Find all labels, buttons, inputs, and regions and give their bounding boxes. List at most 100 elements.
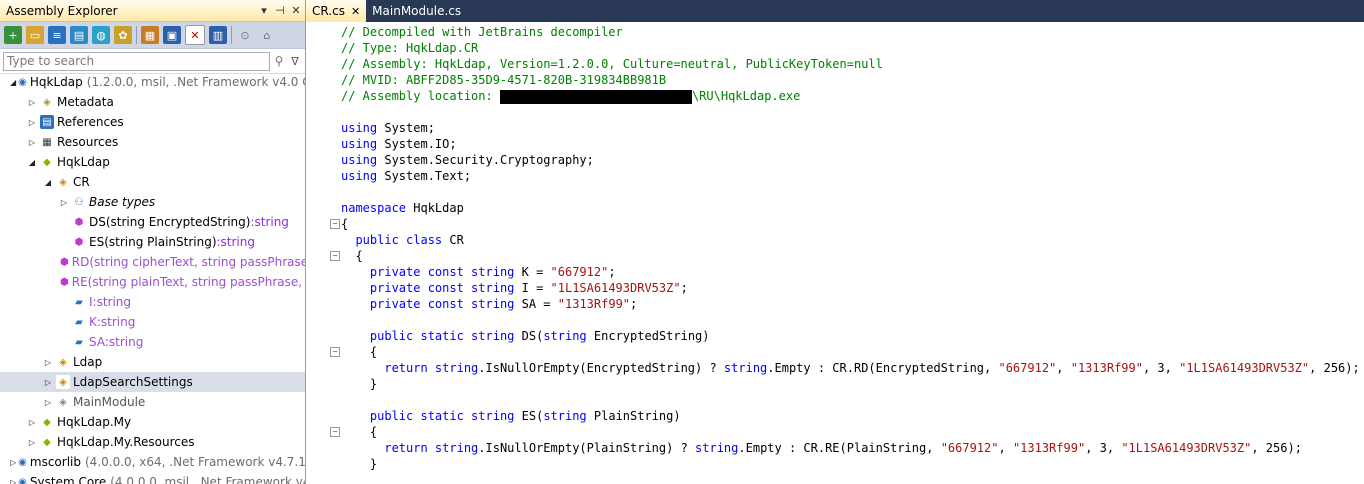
clear-icon[interactable]: ▥	[209, 26, 227, 44]
tree-item[interactable]: ⬢ ES(string PlainString):string	[0, 232, 305, 252]
debug-icon[interactable]: ⌂	[258, 26, 276, 44]
fold-toggle-icon[interactable]: −	[330, 347, 340, 357]
gac-icon[interactable]: ▤	[70, 26, 88, 44]
expand-arrow-icon[interactable]: ▷	[26, 418, 38, 427]
private-method-icon: ⬢	[60, 255, 69, 269]
expand-arrow-icon[interactable]: ▷	[26, 138, 38, 147]
tree-item-label: RD(string cipherText, string passPhrase,…	[71, 255, 306, 269]
assembly-icon: ◉	[18, 455, 27, 469]
tree-item[interactable]: ▰ SA:string	[0, 332, 305, 352]
tree-item[interactable]: ▰ K:string	[0, 312, 305, 332]
code-text: ,	[1056, 361, 1071, 375]
code-line: // Decompiled with JetBrains decompiler	[306, 24, 1364, 40]
expand-arrow-icon[interactable]: ▷	[26, 438, 38, 447]
search-icon[interactable]: ⚲	[270, 54, 288, 68]
editor-tab[interactable]: MainModule.cs	[366, 0, 467, 22]
tree-item[interactable]: ▷ ◈ MainModule	[0, 392, 305, 412]
code-text: I =	[514, 281, 551, 295]
load-list-icon[interactable]: ≡	[48, 26, 66, 44]
tree-item[interactable]: ◢ ◆ HqkLdap	[0, 152, 305, 172]
code-keyword: string	[543, 409, 587, 423]
code-keyword: return string	[384, 361, 479, 375]
assembly-info: (4.0.0.0, x64, .Net Framework v4.7.1)	[85, 455, 306, 469]
expand-arrow-icon[interactable]: ▷	[42, 358, 54, 367]
collapse-arrow-icon[interactable]: ◢	[42, 178, 54, 187]
expand-arrow-icon[interactable]: ▷	[42, 378, 54, 387]
tree-item[interactable]: ◢ ◉ HqkLdap (1.2.0.0, msil, .Net Framework …	[0, 72, 305, 92]
base-types-icon: ⚇	[72, 195, 86, 209]
tree-item-label: References	[57, 115, 124, 129]
save-icon[interactable]: ▣	[163, 26, 181, 44]
code-comment: // Assembly location:	[341, 89, 500, 103]
close-tab-icon[interactable]: ✕	[351, 5, 360, 18]
code-text: , 256);	[1251, 441, 1302, 455]
remove-icon[interactable]: ✕	[185, 25, 205, 45]
expand-arrow-icon[interactable]: ▷	[58, 198, 70, 207]
code-keyword: return string	[384, 441, 479, 455]
fold-toggle-icon[interactable]: −	[330, 219, 340, 229]
lock-icon[interactable]: ⊙	[236, 26, 254, 44]
code-text: HqkLdap	[406, 201, 464, 215]
expand-arrow-icon[interactable]: ▷	[26, 98, 38, 107]
code-line: using System.Security.Cryptography;	[306, 152, 1364, 168]
expand-arrow-icon[interactable]: ▷	[10, 478, 16, 484]
code-keyword: private const string	[369, 265, 515, 279]
code-line: return string.IsNullOrEmpty(PlainString)…	[306, 440, 1364, 456]
code-line: // MVID: ABFF2D85-35D9-4571-820B-319834B…	[306, 72, 1364, 88]
tree-item[interactable]: ▷ ◈ LdapSearchSettings	[0, 372, 305, 392]
assembly-info: (4.0.0.0, msil, .Net Framework v4.7.1)	[110, 475, 305, 484]
tree-item[interactable]: ⬢ RD(string cipherText, string passPhrase…	[0, 252, 305, 272]
code-line: private const string SA = "1313Rf99";	[306, 296, 1364, 312]
code-line: − {	[306, 424, 1364, 440]
code-text: System.Text;	[377, 169, 472, 183]
assembly-tree: ◢ ◉ HqkLdap (1.2.0.0, msil, .Net Framework …	[0, 72, 305, 484]
fold-toggle-icon[interactable]: −	[330, 251, 340, 261]
tree-item-label: Ldap	[73, 355, 103, 369]
expand-arrow-icon[interactable]: ▷	[26, 118, 38, 127]
tree-item-label: I:string	[89, 295, 132, 309]
private-field-icon: ▰	[72, 335, 86, 349]
collapse-arrow-icon[interactable]: ◢	[26, 158, 38, 167]
private-method-icon: ⬢	[60, 275, 69, 289]
settings-icon[interactable]: ✿	[114, 26, 132, 44]
code-keyword: string	[695, 441, 739, 455]
tree-item[interactable]: ▷ ◉ System.Core (4.0.0.0, msil, .Net Framew…	[0, 472, 305, 484]
tree-item[interactable]: ⬢ RE(string plainText, string passPhrase,…	[0, 272, 305, 292]
code-keyword: using	[341, 137, 378, 151]
namespace-icon: ◆	[40, 435, 54, 449]
fold-toggle-icon[interactable]: −	[330, 427, 340, 437]
tree-item[interactable]: ▰ I:string	[0, 292, 305, 312]
close-icon[interactable]: ✕	[289, 4, 303, 17]
tree-item[interactable]: ▷ ◆ HqkLdap.My.Resources	[0, 432, 305, 452]
expand-arrow-icon[interactable]: ▷	[10, 458, 16, 467]
editor-tab[interactable]: CR.cs ✕	[306, 0, 367, 22]
code-line: private const string K = "667912";	[306, 264, 1364, 280]
code-line: return string.IsNullOrEmpty(EncryptedStr…	[306, 360, 1364, 376]
search-input[interactable]	[3, 51, 270, 71]
expand-arrow-icon[interactable]: ▷	[42, 398, 54, 407]
collapse-arrow-icon[interactable]: ◢	[10, 78, 16, 87]
assembly-icon: ◉	[18, 475, 27, 484]
editor-tabs: CR.cs ✕ MainModule.cs	[306, 0, 1364, 22]
nuget-icon[interactable]: ◍	[92, 26, 110, 44]
open-assembly-icon[interactable]: +	[4, 26, 22, 44]
open-folder-icon[interactable]: ▭	[26, 26, 44, 44]
tree-item[interactable]: ◢ ◈ CR	[0, 172, 305, 192]
tree-item[interactable]: ▷ ▤ References	[0, 112, 305, 132]
code-text: , 256);	[1309, 361, 1360, 375]
tree-item[interactable]: ▷ ▦ Resources	[0, 132, 305, 152]
dropdown-icon[interactable]: ▾	[257, 4, 271, 17]
tree-item[interactable]: ▷ ◆ HqkLdap.My	[0, 412, 305, 432]
pin-icon[interactable]: ᐁ	[288, 55, 302, 68]
pin-icon[interactable]: ⊣	[273, 4, 287, 17]
tree-item[interactable]: ▷ ◈ Metadata	[0, 92, 305, 112]
tree-item[interactable]: ▷ ◈ Ldap	[0, 352, 305, 372]
tree-item[interactable]: ▷ ◉ mscorlib (4.0.0.0, x64, .Net Framework …	[0, 452, 305, 472]
tree-item[interactable]: ▷ ⚇ Base types	[0, 192, 305, 212]
code-view[interactable]: // Decompiled with JetBrains decompiler /…	[306, 24, 1364, 484]
export-project-icon[interactable]: ▦	[141, 26, 159, 44]
tree-item-label: K:string	[89, 315, 136, 329]
tree-item[interactable]: ⬢ DS(string EncryptedString):string	[0, 212, 305, 232]
code-line: // Assembly location: \RU\HqkLdap.exe	[306, 88, 1364, 104]
